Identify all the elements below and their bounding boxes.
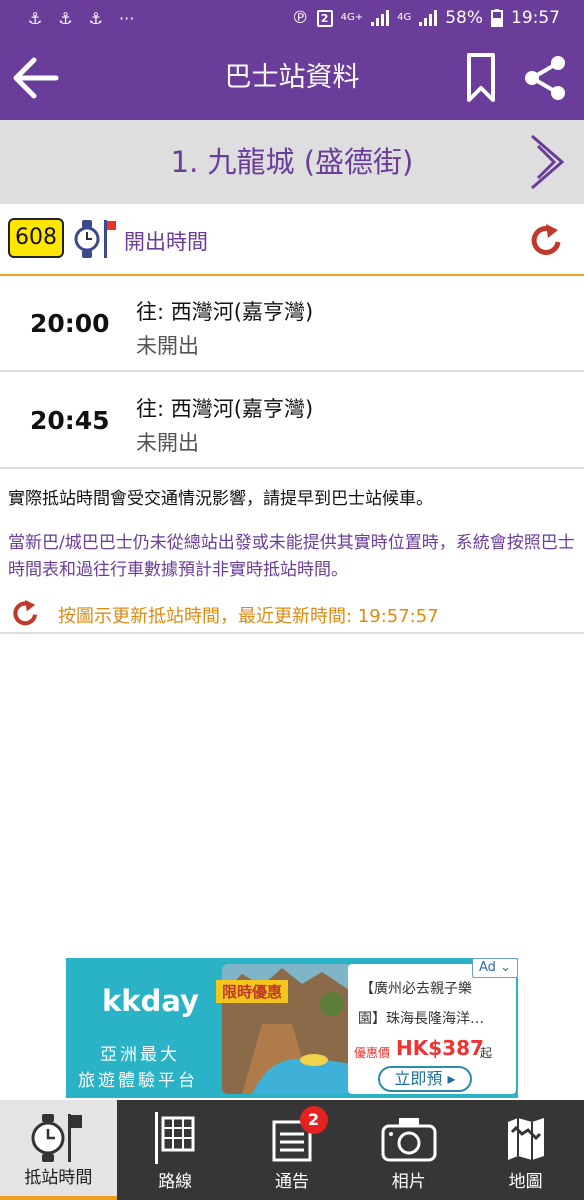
top-app-bar: 巴士站資料 bbox=[0, 36, 584, 120]
estimate-notice: 當新巴/城巴巴士仍未從總站出發或未能提供其實時位置時，系統會按照巴士時間表和過往… bbox=[8, 533, 575, 580]
more-notifications: ··· bbox=[119, 8, 135, 28]
nav-item-routes[interactable]: 路線 bbox=[117, 1100, 234, 1200]
eta-status: 未開出 bbox=[136, 334, 199, 358]
traffic-notice: 實際抵站時間會受交通情況影響，請提早到巴士站候車。 bbox=[8, 489, 433, 509]
chevron-down-icon: ⌄ bbox=[500, 960, 511, 975]
map-icon bbox=[507, 1118, 544, 1160]
eta-row: 20:45 往: 西灣河(嘉亨灣) 未開出 bbox=[0, 373, 584, 469]
battery-icon bbox=[491, 9, 503, 27]
route-header: 開出時間 bbox=[0, 204, 584, 276]
ad-price-suffix: 起 bbox=[480, 1046, 493, 1060]
bookmark-icon[interactable] bbox=[466, 52, 496, 104]
network-label: 4G+ bbox=[340, 12, 364, 23]
nav-label: 通告 bbox=[274, 1172, 309, 1192]
notification-icons: ⚓ ⚓ ⚓ ··· bbox=[28, 9, 134, 28]
nav-item-notices[interactable]: 2 通告 bbox=[234, 1100, 351, 1200]
app-icon: ⚓ bbox=[88, 8, 104, 28]
departure-time-label: 開出時間 bbox=[124, 230, 208, 254]
ad-choices-chip[interactable]: Ad ⌄ bbox=[472, 958, 518, 978]
battery-percent: 58% bbox=[445, 8, 483, 28]
notification-badge: 2 bbox=[299, 1106, 328, 1134]
network-label: 4G bbox=[397, 12, 412, 23]
last-updated-text: 按圖示更新抵站時間，最近更新時間: 19:57:57 bbox=[58, 606, 439, 627]
eta-time: 20:45 bbox=[30, 406, 110, 435]
stop-header: 1. 九龍城 (盛德街) bbox=[0, 120, 584, 204]
eta-status: 未開出 bbox=[136, 431, 199, 455]
nav-label: 地圖 bbox=[508, 1172, 543, 1192]
signal-icon bbox=[419, 10, 438, 26]
eta-destination: 往: 西灣河(嘉亨灣) bbox=[136, 397, 314, 421]
update-row: 按圖示更新抵站時間，最近更新時間: 19:57:57 bbox=[0, 592, 584, 634]
ad-chip-label: Ad bbox=[479, 960, 496, 975]
ad-title: 【廣州必去親子樂 bbox=[360, 981, 472, 997]
ad-promo-tag: 限時優惠 bbox=[216, 980, 289, 1003]
bottom-navigation: 抵站時間 路線 2 通告 相片 地圖 bbox=[0, 1100, 584, 1200]
camera-icon bbox=[381, 1118, 437, 1162]
nav-item-map[interactable]: 地圖 bbox=[467, 1100, 584, 1200]
nav-item-photos[interactable]: 相片 bbox=[350, 1100, 467, 1200]
chevron-right-icon[interactable] bbox=[526, 132, 570, 192]
ad-price-label: 優惠價 bbox=[354, 1046, 391, 1060]
ad-title: 園】珠海長隆海洋… bbox=[358, 1011, 484, 1027]
ad-cta-label: 立即預 bbox=[394, 1069, 443, 1088]
nav-label: 抵站時間 bbox=[24, 1168, 93, 1188]
eta-row: 20:00 往: 西灣河(嘉亨灣) 未開出 bbox=[0, 276, 584, 372]
ad-tagline: 亞洲最大 bbox=[100, 1045, 180, 1065]
eta-destination: 往: 西灣河(嘉亨灣) bbox=[136, 300, 314, 324]
ad-tagline: 旅遊體驗平台 bbox=[78, 1071, 198, 1091]
page-title: 巴士站資料 bbox=[224, 62, 360, 93]
refresh-icon[interactable] bbox=[12, 598, 40, 628]
timetable-icon bbox=[155, 1112, 195, 1164]
sim-badge: 2 bbox=[316, 9, 333, 27]
refresh-icon[interactable] bbox=[530, 222, 564, 258]
share-icon[interactable] bbox=[522, 54, 568, 102]
watch-flag-icon bbox=[74, 220, 116, 258]
nav-label: 相片 bbox=[391, 1172, 426, 1192]
ad-brand-logo: kkday bbox=[102, 984, 199, 1018]
nav-label: 路線 bbox=[158, 1172, 193, 1192]
watch-flag-icon bbox=[31, 1114, 83, 1162]
ad-info-panel: 【廣州必去親子樂 園】珠海長隆海洋… 優惠價 HK$387 起 立即預 ▸ bbox=[348, 964, 516, 1094]
clock: 19:57 bbox=[511, 8, 560, 28]
eta-time: 20:00 bbox=[30, 309, 110, 338]
status-bar: ⚓ ⚓ ⚓ ··· ℗ 2 4G+ 4G 58% 19:57 bbox=[0, 0, 584, 36]
ad-price: HK$387 bbox=[396, 1036, 484, 1060]
signal-icon bbox=[371, 10, 390, 26]
play-icon: ▸ bbox=[447, 1069, 456, 1088]
ad-cta-button[interactable]: 立即預 ▸ bbox=[378, 1066, 472, 1092]
bluetooth-icon: ℗ bbox=[291, 8, 309, 28]
stop-name: 1. 九龍城 (盛德街) bbox=[170, 145, 414, 179]
app-icon: ⚓ bbox=[58, 8, 73, 28]
nav-item-arrival-times[interactable]: 抵站時間 bbox=[0, 1100, 117, 1200]
app-icon: ⚓ bbox=[28, 8, 43, 28]
ad-banner[interactable]: kkday 亞洲最大 旅遊體驗平台 限時優惠 【廣州必去親子樂 園】珠海長隆海洋… bbox=[66, 958, 518, 1098]
